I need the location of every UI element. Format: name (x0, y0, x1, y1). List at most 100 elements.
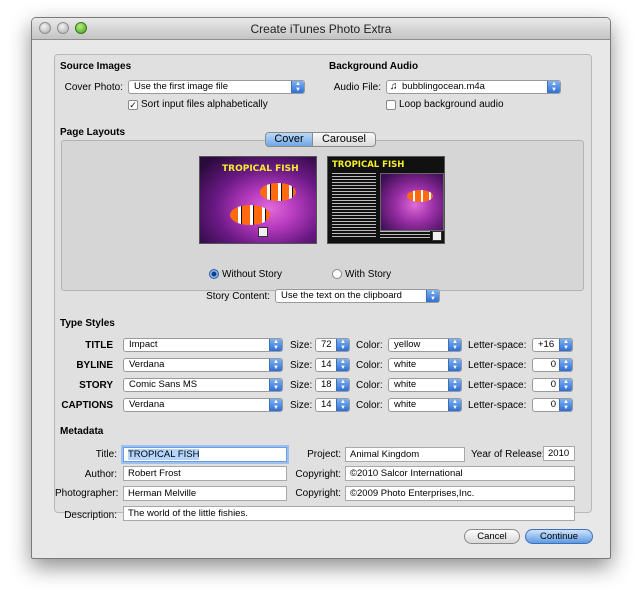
updown-arrows-icon: ▲ ▼ (269, 399, 282, 411)
updown-arrows-icon: ▲ ▼ (291, 81, 304, 93)
color-label: Color: (356, 380, 383, 391)
source-images-heading: Source Images (60, 61, 132, 72)
without-story-radio[interactable] (209, 269, 219, 279)
updown-arrows-icon: ▲ ▼ (547, 81, 560, 93)
color-popup-title[interactable]: yellow ▲ ▼ (388, 338, 462, 352)
type-style-name: STORY (79, 380, 113, 391)
font-popup-captions[interactable]: Verdana ▲ ▼ (123, 398, 283, 412)
audio-file-label: Audio File: (333, 82, 381, 93)
cover-layout-preview[interactable]: TROPICAL FISH (199, 156, 317, 244)
updown-arrows-icon: ▲ ▼ (448, 399, 461, 411)
size-popup-story[interactable]: 18 ▲ ▼ (315, 378, 350, 392)
font-popup-title[interactable]: Impact ▲ ▼ (123, 338, 283, 352)
title-field[interactable]: TROPICAL FISH (123, 447, 287, 462)
clownfish-image (407, 190, 433, 202)
size-value: 18 (321, 379, 332, 390)
updown-arrows-icon: ▲ ▼ (269, 379, 282, 391)
author-field[interactable]: Robert Frost (123, 466, 287, 481)
updown-arrows-icon: ▲ ▼ (559, 379, 572, 391)
audio-file-popup[interactable]: ♫ bubblingocean.m4a ▲ ▼ (386, 80, 561, 94)
photographer-value: Herman Melville (128, 488, 197, 499)
cover-photo-popup[interactable]: Use the first image file ▲ ▼ (128, 80, 305, 94)
color-popup-byline[interactable]: white ▲ ▼ (388, 358, 462, 372)
color-value: white (394, 359, 417, 370)
year-field[interactable]: 2010 (543, 446, 575, 461)
color-popup-story[interactable]: white ▲ ▼ (388, 378, 462, 392)
letter-space-popup-title[interactable]: +16 ▲ ▼ (532, 338, 573, 352)
logo-icon (432, 231, 442, 241)
project-field[interactable]: Animal Kingdom (345, 447, 465, 462)
copyright-field[interactable]: ©2010 Salcor International (345, 466, 575, 481)
updown-arrows-icon: ▲ ▼ (269, 339, 282, 351)
description-value: The world of the little fishies. (128, 508, 248, 519)
size-popup-captions[interactable]: 14 ▲ ▼ (315, 398, 350, 412)
continue-button[interactable]: Continue (525, 529, 593, 544)
font-value: Impact (129, 339, 158, 350)
music-note-icon: ♫ (390, 81, 398, 92)
letter-space-popup-story[interactable]: 0 ▲ ▼ (532, 378, 573, 392)
clownfish-image (230, 205, 270, 225)
tab-carousel[interactable]: Carousel (312, 132, 376, 147)
loop-audio-checkbox[interactable] (386, 100, 396, 110)
loop-audio-label: Loop background audio (399, 99, 504, 110)
story-layout-preview[interactable]: TROPICAL FISH (327, 156, 445, 244)
font-popup-story[interactable]: Comic Sans MS ▲ ▼ (123, 378, 283, 392)
size-popup-title[interactable]: 72 ▲ ▼ (315, 338, 350, 352)
with-story-label: With Story (345, 269, 392, 280)
photographer-field[interactable]: Herman Melville (123, 486, 287, 501)
letter-space-popup-captions[interactable]: 0 ▲ ▼ (532, 398, 573, 412)
size-value: 14 (321, 399, 332, 410)
dialog-window: Create iTunes Photo Extra Source Images … (31, 17, 611, 559)
story-content-popup[interactable]: Use the text on the clipboard ▲ ▼ (275, 289, 440, 303)
size-label: Size: (290, 360, 313, 371)
story-content-label: Story Content: (206, 291, 270, 302)
color-label: Color: (356, 340, 383, 351)
updown-arrows-icon: ▲ ▼ (448, 339, 461, 351)
color-label: Color: (356, 360, 383, 371)
type-style-name: TITLE (85, 340, 113, 351)
copyright-value: ©2010 Salcor International (350, 468, 463, 479)
story-text-block (332, 173, 376, 239)
clownfish-image (260, 183, 296, 201)
letter-space-label: Letter-space: (468, 400, 527, 411)
letter-space-value: 0 (550, 379, 556, 390)
preview-title-text: TROPICAL FISH (222, 164, 299, 174)
author-value: Robert Frost (128, 468, 181, 479)
project-value: Animal Kingdom (350, 449, 420, 460)
window-title: Create iTunes Photo Extra (250, 22, 392, 36)
letter-space-label: Letter-space: (468, 340, 527, 351)
year-value: 2010 (548, 448, 570, 459)
size-popup-byline[interactable]: 14 ▲ ▼ (315, 358, 350, 372)
title-value: TROPICAL FISH (128, 449, 200, 460)
photo-copyright-value: ©2009 Photo Enterprises,Inc. (350, 488, 475, 499)
size-value: 72 (321, 339, 332, 350)
story-caption-block (380, 231, 430, 239)
size-label: Size: (290, 380, 313, 391)
updown-arrows-icon: ▲ ▼ (336, 339, 349, 351)
color-popup-captions[interactable]: white ▲ ▼ (388, 398, 462, 412)
description-field[interactable]: The world of the little fishies. (123, 506, 575, 521)
year-label: Year of Release: (471, 449, 545, 460)
letter-space-value: +16 (538, 339, 555, 350)
font-value: Comic Sans MS (129, 379, 198, 390)
size-label: Size: (290, 340, 313, 351)
font-popup-byline[interactable]: Verdana ▲ ▼ (123, 358, 283, 372)
tab-cover[interactable]: Cover (265, 132, 313, 147)
updown-arrows-icon: ▲ ▼ (336, 359, 349, 371)
updown-arrows-icon: ▲ ▼ (336, 379, 349, 391)
type-styles-heading: Type Styles (60, 318, 115, 329)
photo-copyright-field[interactable]: ©2009 Photo Enterprises,Inc. (345, 486, 575, 501)
author-label: Author: (84, 469, 117, 480)
title-label: Title: (95, 449, 117, 460)
sort-alphabetically-label: Sort input files alphabetically (141, 99, 268, 110)
without-story-label: Without Story (222, 269, 283, 280)
cover-photo-value: Use the first image file (134, 81, 228, 92)
updown-arrows-icon: ▲ ▼ (448, 379, 461, 391)
cancel-button[interactable]: Cancel (464, 529, 520, 544)
letter-space-label: Letter-space: (468, 360, 527, 371)
size-value: 14 (321, 359, 332, 370)
sort-alphabetically-checkbox[interactable]: ✓ (128, 100, 138, 110)
letter-space-popup-byline[interactable]: 0 ▲ ▼ (532, 358, 573, 372)
cover-photo-label: Cover Photo: (64, 82, 123, 93)
with-story-radio[interactable] (332, 269, 342, 279)
